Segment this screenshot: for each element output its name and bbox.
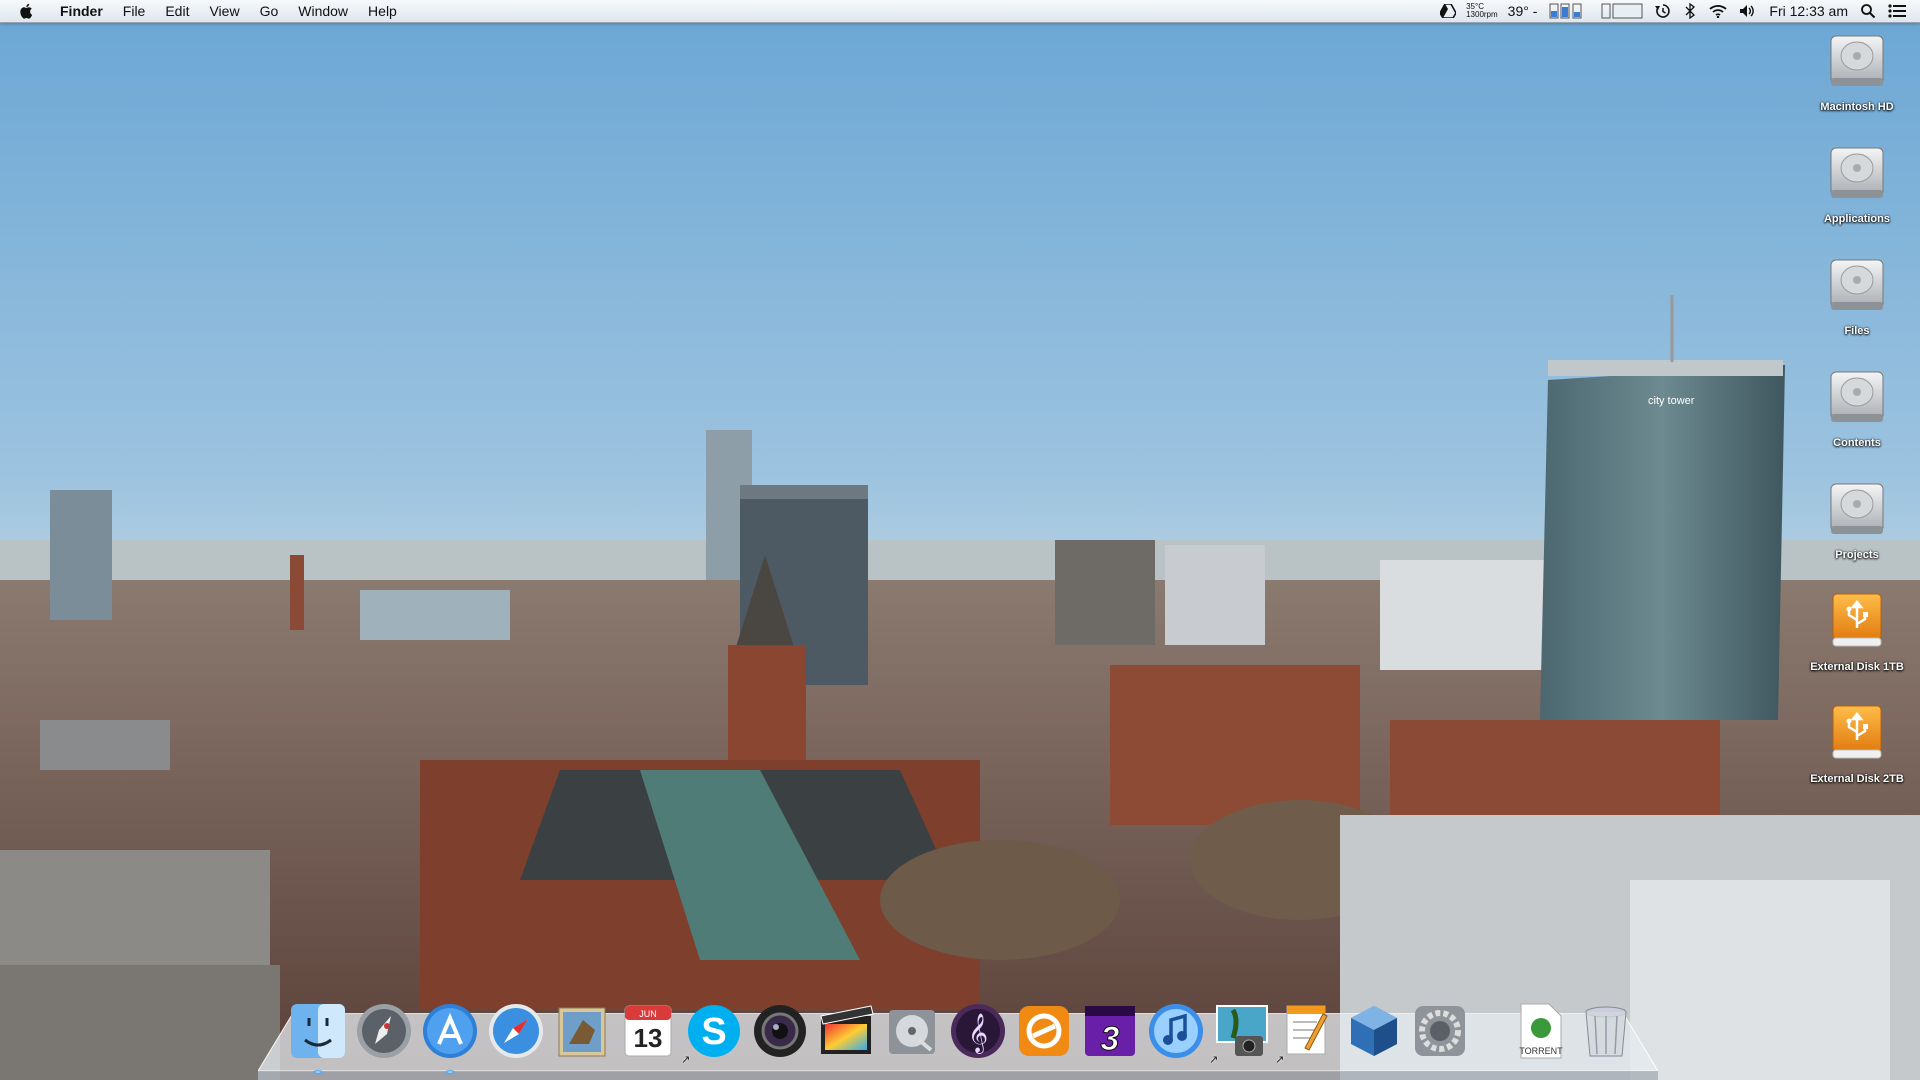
skype-icon: S bbox=[688, 1005, 740, 1057]
dock-itunes[interactable] bbox=[1145, 1000, 1207, 1062]
desktop-icon-applications[interactable]: Applications bbox=[1802, 142, 1912, 225]
alias-arrow-icon: ↗ bbox=[681, 1054, 691, 1066]
hard-drive-icon bbox=[1827, 254, 1887, 318]
desktop-icon-external-disk-1tb[interactable]: External Disk 1TB bbox=[1802, 590, 1912, 673]
menu-file[interactable]: File bbox=[113, 0, 156, 22]
calendar-day: 13 bbox=[634, 1023, 663, 1053]
amplitube3-icon: 3 bbox=[1085, 1006, 1135, 1059]
desktop-icon-label: External Disk 2TB bbox=[1810, 773, 1904, 785]
menu-bar: Finder File Edit View Go Window Help 35°… bbox=[0, 0, 1920, 23]
dock-mail[interactable] bbox=[551, 1000, 613, 1062]
apple-menu-icon[interactable] bbox=[18, 2, 36, 20]
alias-arrow-icon: ↗ bbox=[1209, 1054, 1219, 1066]
hard-drive-icon bbox=[1827, 478, 1887, 542]
system-monitor[interactable]: 35°C 1300rpm bbox=[1466, 3, 1498, 19]
trash-icon bbox=[1585, 1006, 1627, 1057]
dock-virtualbox[interactable] bbox=[1343, 1000, 1405, 1062]
mail-icon bbox=[558, 1007, 606, 1057]
desktop-icon-label: External Disk 1TB bbox=[1810, 661, 1904, 673]
cpu-meter-icon[interactable] bbox=[1601, 3, 1643, 19]
dock-amplitube-3[interactable]: 3 bbox=[1079, 1000, 1141, 1062]
dock-calendar[interactable]: JUN 13 bbox=[617, 1000, 679, 1062]
svg-text:3: 3 bbox=[1101, 1020, 1120, 1058]
menu-app-finder[interactable]: Finder bbox=[50, 0, 113, 22]
spotlight-icon[interactable] bbox=[1860, 3, 1876, 19]
menu-view[interactable]: View bbox=[199, 0, 249, 22]
iphoto-icon bbox=[1216, 1005, 1268, 1056]
itunes-icon bbox=[1149, 1004, 1203, 1058]
alias-arrow-icon: ↗ bbox=[1275, 1054, 1285, 1066]
dock-skype[interactable]: S ↗ bbox=[681, 1000, 745, 1066]
virtualbox-icon bbox=[1351, 1006, 1397, 1056]
amplitube-icon bbox=[1019, 1006, 1069, 1056]
dock-safari[interactable] bbox=[485, 1000, 547, 1062]
weather-status[interactable]: 39° - bbox=[1508, 3, 1538, 19]
desktop-icon-label: Projects bbox=[1835, 549, 1879, 561]
usb-drive-icon bbox=[1827, 590, 1887, 654]
desktop-icon-files[interactable]: Files bbox=[1802, 254, 1912, 337]
hard-drive-icon bbox=[1827, 30, 1887, 94]
weather-extra: - bbox=[1532, 3, 1538, 19]
menu-help[interactable]: Help bbox=[358, 0, 407, 22]
running-indicator bbox=[313, 1070, 323, 1074]
pages-icon bbox=[1286, 1005, 1328, 1055]
dock-trash[interactable] bbox=[1575, 1000, 1637, 1062]
desktop-icon-macintosh-hd[interactable]: Macintosh HD bbox=[1802, 30, 1912, 113]
google-drive-icon[interactable] bbox=[1440, 4, 1457, 18]
usb-drive-icon bbox=[1827, 702, 1887, 766]
system-preferences-icon bbox=[1415, 1006, 1465, 1056]
torrent-label: TORRENT bbox=[1519, 1046, 1563, 1056]
app-store-icon bbox=[423, 1004, 477, 1058]
dock-logic[interactable]: 𝄞 bbox=[947, 1000, 1009, 1062]
status-menus: 35°C 1300rpm 39° - Fri 12:33 am bbox=[1434, 0, 1920, 22]
desktop-icon-label: Applications bbox=[1823, 213, 1890, 225]
desktop-icon-external-disk-2tb[interactable]: External Disk 2TB bbox=[1802, 702, 1912, 785]
dock-photo-booth[interactable] bbox=[749, 1000, 811, 1062]
weather-temp: 39° bbox=[1507, 3, 1529, 19]
hard-drive-icon bbox=[1827, 142, 1887, 206]
menu-window[interactable]: Window bbox=[288, 0, 358, 22]
dock-pages[interactable]: ↗ bbox=[1275, 1000, 1339, 1066]
dock-amplitube[interactable] bbox=[1013, 1000, 1075, 1062]
launchpad-icon bbox=[357, 1004, 411, 1058]
desktop-icon-contents[interactable]: Contents bbox=[1802, 366, 1912, 449]
dock-app-store[interactable] bbox=[419, 1000, 481, 1074]
running-indicator bbox=[445, 1070, 455, 1074]
logic-icon: 𝄞 bbox=[951, 1004, 1005, 1058]
final-cut-icon bbox=[820, 1005, 874, 1054]
desktop-icon-label: Macintosh HD bbox=[1820, 101, 1894, 113]
city-tower-sign: city tower bbox=[1648, 395, 1695, 407]
desktop-wallpaper: city tower bbox=[0, 0, 1920, 1080]
menu-go[interactable]: Go bbox=[250, 0, 289, 22]
finder-icon bbox=[291, 1004, 345, 1058]
dock-torrent-file[interactable]: TORRENT bbox=[1509, 1000, 1571, 1062]
dock-launchpad[interactable] bbox=[353, 1000, 415, 1062]
menu-edit[interactable]: Edit bbox=[155, 0, 199, 22]
safari-icon bbox=[489, 1004, 543, 1058]
desktop-icon-projects[interactable]: Projects bbox=[1802, 478, 1912, 561]
time-machine-icon[interactable] bbox=[1655, 3, 1671, 19]
fan-speed: 1300rpm bbox=[1466, 10, 1498, 19]
torrent-file-icon: TORRENT bbox=[1519, 1003, 1563, 1059]
svg-text:𝄞: 𝄞 bbox=[968, 1013, 988, 1054]
calendar-month: JUN bbox=[639, 1009, 657, 1019]
disk-utility-icon bbox=[889, 1010, 935, 1054]
volume-icon[interactable] bbox=[1739, 4, 1757, 18]
desktop-icon-label: Contents bbox=[1833, 437, 1881, 449]
dock-final-cut[interactable] bbox=[815, 1000, 877, 1062]
bluetooth-icon[interactable] bbox=[1683, 3, 1697, 19]
dock-system-preferences[interactable] bbox=[1409, 1000, 1471, 1062]
calendar-icon: JUN 13 bbox=[624, 1005, 672, 1057]
desktop-icon-label: Files bbox=[1844, 325, 1870, 337]
photo-booth-icon bbox=[754, 1005, 806, 1057]
notification-center-icon[interactable] bbox=[1888, 4, 1906, 18]
wifi-icon[interactable] bbox=[1709, 4, 1728, 18]
svg-text:S: S bbox=[701, 1011, 726, 1053]
clock[interactable]: Fri 12:33 am bbox=[1769, 3, 1848, 19]
hard-drive-icon bbox=[1827, 366, 1887, 430]
dock-disk-utility[interactable] bbox=[881, 1000, 943, 1062]
dock-finder[interactable] bbox=[287, 1000, 349, 1074]
memory-meter-icon[interactable] bbox=[1549, 3, 1589, 19]
dock-iphoto[interactable]: ↗ bbox=[1209, 1000, 1273, 1066]
